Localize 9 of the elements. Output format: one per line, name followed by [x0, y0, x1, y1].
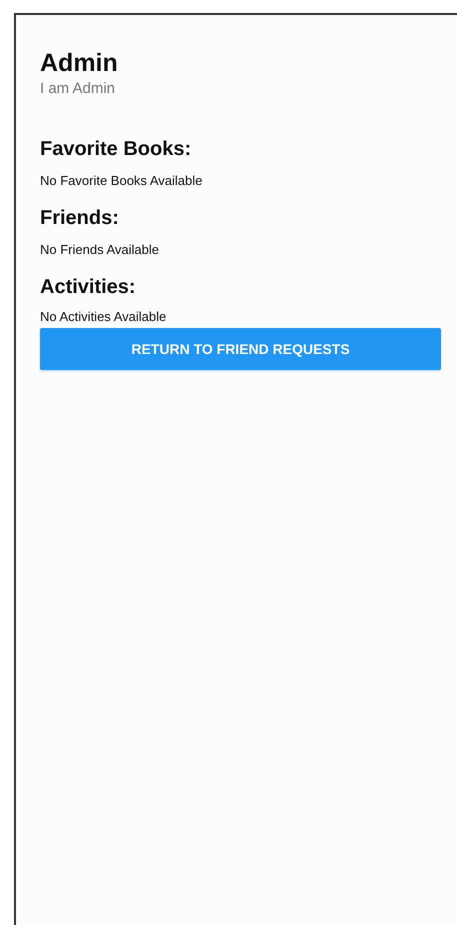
profile-bio: I am Admin [40, 79, 116, 99]
empty-message: No Favorite Books Available [40, 172, 202, 190]
return-button[interactable]: RETURN TO FRIEND REQUESTS [40, 328, 441, 370]
empty-message: No Friends Available [40, 241, 159, 259]
section-heading: Favorite Books: [40, 137, 192, 162]
section-heading: Activities: [40, 275, 136, 300]
empty-message: No Activities Available [40, 308, 166, 326]
profile-name: Admin [40, 48, 118, 78]
section-heading: Friends: [40, 206, 119, 231]
